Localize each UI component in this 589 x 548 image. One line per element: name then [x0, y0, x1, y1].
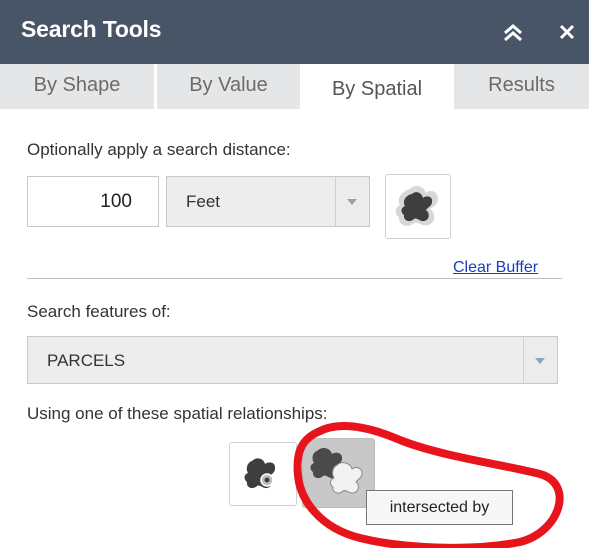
relationships-label: Using one of these spatial relationships…	[27, 404, 328, 423]
distance-label: Optionally apply a search distance:	[27, 140, 291, 159]
layer-dropdown-arrow[interactable]	[523, 337, 557, 383]
apply-buffer-button[interactable]	[385, 174, 451, 239]
contains-relationship-button[interactable]	[229, 442, 297, 506]
tab-bar: By Shape By Value By Spatial Results	[0, 64, 589, 109]
tab-by-spatial[interactable]: By Spatial	[303, 64, 451, 109]
window-titlebar: Search Tools	[0, 0, 589, 64]
tab-results[interactable]: Results	[454, 64, 589, 109]
close-icon[interactable]	[552, 17, 582, 47]
intersected-by-shape-icon	[310, 447, 363, 494]
window-title: Search Tools	[21, 16, 162, 42]
units-dropdown[interactable]: Feet	[166, 176, 370, 227]
chevron-down-icon	[347, 199, 357, 205]
chevron-down-icon	[535, 358, 545, 364]
units-selected-value: Feet	[186, 192, 221, 211]
clear-buffer-link[interactable]: Clear Buffer	[453, 259, 538, 277]
distance-input[interactable]: 100	[27, 176, 159, 227]
layer-dropdown[interactable]: PARCELS	[27, 336, 558, 384]
search-features-label: Search features of:	[27, 302, 171, 321]
layer-selected-value: PARCELS	[47, 351, 126, 370]
tab-by-value[interactable]: By Value	[157, 64, 300, 109]
units-dropdown-arrow[interactable]	[335, 177, 369, 226]
contains-shape-icon	[244, 458, 276, 489]
relationship-tooltip: intersected by	[366, 490, 513, 525]
tab-by-shape[interactable]: By Shape	[0, 64, 154, 109]
divider	[27, 278, 562, 279]
intersected-by-relationship-button[interactable]	[302, 438, 375, 508]
collapse-icon[interactable]	[500, 20, 526, 46]
buffer-shape-icon	[395, 186, 438, 226]
